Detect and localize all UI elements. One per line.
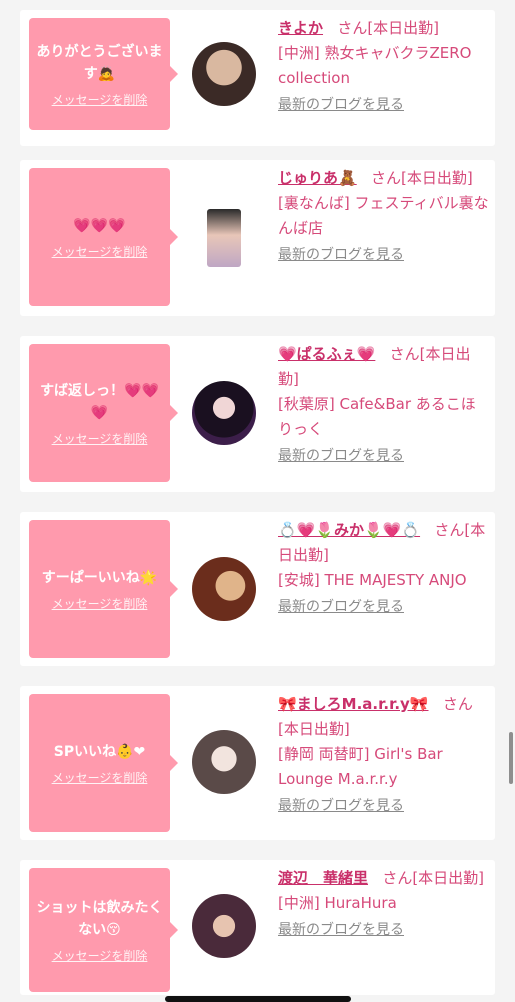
- cast-info: 💍💗🌷みか🌷💗💍 さん[本日出勤] [安城] THE MAJESTY ANJO …: [278, 518, 490, 618]
- message-bubble: すーぱーいいね🌟 メッセージを削除: [29, 520, 178, 658]
- message-bubble: すば返しっ！💗💗💗 メッセージを削除: [29, 344, 178, 482]
- delete-message-link[interactable]: メッセージを削除: [52, 595, 148, 612]
- cast-name-link[interactable]: 🎀ましろM.a.r.r.y🎀: [278, 695, 429, 713]
- shop-name: [秋葉原] Cafe&Bar あるこほりっく: [278, 395, 476, 438]
- cast-info: 🎀ましろM.a.r.r.y🎀 さん[本日出勤] [静岡 両替町] Girl's …: [278, 692, 490, 817]
- latest-blog-link[interactable]: 最新のブログを見る: [278, 596, 490, 618]
- latest-blog-link[interactable]: 最新のブログを見る: [278, 795, 490, 817]
- cast-info: 渡辺 華緒里 さん[本日出勤] [中洲] HuraHura 最新のブログを見る: [278, 866, 490, 941]
- cast-name-link[interactable]: 渡辺 華緒里: [278, 869, 368, 887]
- scrollbar[interactable]: [509, 732, 513, 784]
- delete-message-link[interactable]: メッセージを削除: [52, 947, 148, 964]
- home-indicator: [165, 996, 351, 1002]
- avatar[interactable]: [192, 381, 256, 445]
- delete-message-link[interactable]: メッセージを削除: [52, 91, 148, 108]
- attendance-status: さん[本日出勤]: [337, 19, 440, 37]
- latest-blog-link[interactable]: 最新のブログを見る: [278, 919, 490, 941]
- avatar[interactable]: [192, 557, 256, 621]
- delete-message-link[interactable]: メッセージを削除: [52, 769, 148, 786]
- message-card: すーぱーいいね🌟 メッセージを削除 💍💗🌷みか🌷💗💍 さん[本日出勤] [安城]…: [20, 512, 495, 666]
- message-text: すば返しっ！💗💗💗: [40, 382, 159, 421]
- message-card: ショットは飲みたくない😚 メッセージを削除 渡辺 華緒里 さん[本日出勤] [中…: [20, 860, 495, 995]
- message-card: すば返しっ！💗💗💗 メッセージを削除 💗ぱるふぇ💗 さん[本日出勤] [秋葉原]…: [20, 336, 495, 492]
- cast-name-link[interactable]: きよか: [278, 19, 323, 37]
- cast-name-link[interactable]: じゅりあ🧸: [278, 169, 357, 187]
- shop-name: [安城] THE MAJESTY ANJO: [278, 571, 467, 589]
- message-text: すーぱーいいね🌟: [41, 569, 158, 586]
- shop-name: [中洲] HuraHura: [278, 894, 397, 912]
- latest-blog-link[interactable]: 最新のブログを見る: [278, 94, 490, 116]
- shop-name: [裏なんば] フェスティバル裏なんば店: [278, 194, 489, 237]
- message-bubble: ありがとうございます🙇 メッセージを削除: [29, 18, 178, 130]
- message-card: 💗💗💗 メッセージを削除 じゅりあ🧸 さん[本日出勤] [裏なんば] フェスティ…: [20, 160, 495, 316]
- delete-message-link[interactable]: メッセージを削除: [52, 243, 148, 260]
- shop-name: [中洲] 熟女キャバクラZERO collection: [278, 44, 472, 87]
- message-text: SPいいね👶❤: [53, 743, 146, 760]
- cast-name-link[interactable]: 💗ぱるふぇ💗: [278, 345, 375, 363]
- attendance-status: さん[本日出勤]: [382, 869, 485, 887]
- avatar[interactable]: [192, 894, 256, 958]
- cast-info: きよか さん[本日出勤] [中洲] 熟女キャバクラZERO collection…: [278, 16, 490, 116]
- latest-blog-link[interactable]: 最新のブログを見る: [278, 445, 490, 467]
- shop-name: [静岡 両替町] Girl's Bar Lounge M.a.r.r.y: [278, 745, 443, 788]
- avatar[interactable]: [192, 730, 256, 794]
- avatar[interactable]: [207, 209, 241, 267]
- message-text: ありがとうございます🙇: [36, 43, 163, 82]
- cast-info: 💗ぱるふぇ💗 さん[本日出勤] [秋葉原] Cafe&Bar あるこほりっく 最…: [278, 342, 490, 467]
- message-card: ありがとうございます🙇 メッセージを削除 きよか さん[本日出勤] [中洲] 熟…: [20, 10, 495, 146]
- avatar[interactable]: [192, 42, 256, 106]
- delete-message-link[interactable]: メッセージを削除: [52, 430, 148, 447]
- message-card: SPいいね👶❤ メッセージを削除 🎀ましろM.a.r.r.y🎀 さん[本日出勤]…: [20, 686, 495, 840]
- message-bubble: ショットは飲みたくない😚 メッセージを削除: [29, 868, 178, 992]
- message-text: ショットは飲みたくない😚: [36, 899, 163, 938]
- message-bubble: SPいいね👶❤ メッセージを削除: [29, 694, 178, 832]
- message-text: 💗💗💗: [73, 217, 126, 234]
- message-bubble: 💗💗💗 メッセージを削除: [29, 168, 178, 306]
- latest-blog-link[interactable]: 最新のブログを見る: [278, 244, 490, 266]
- cast-name-link[interactable]: 💍💗🌷みか🌷💗💍: [278, 521, 420, 539]
- attendance-status: さん[本日出勤]: [371, 169, 473, 187]
- cast-info: じゅりあ🧸 さん[本日出勤] [裏なんば] フェスティバル裏なんば店 最新のブロ…: [278, 166, 490, 266]
